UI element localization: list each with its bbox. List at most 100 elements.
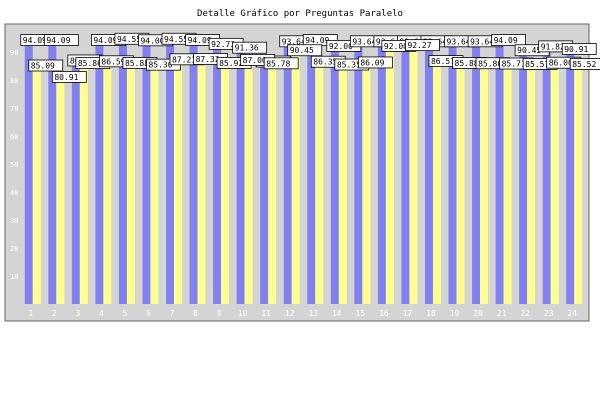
svg-text:85.30: 85.30	[148, 61, 172, 70]
svg-text:85.88: 85.88	[125, 59, 149, 68]
x-tick-label: 3	[75, 309, 80, 318]
svg-text:85.88: 85.88	[455, 59, 479, 68]
bar-series-2	[456, 63, 465, 305]
svg-text:90.45: 90.45	[290, 46, 314, 55]
x-tick-label: 9	[217, 309, 222, 318]
svg-text:85.92: 85.92	[219, 59, 243, 68]
svg-text:86.35: 86.35	[313, 58, 337, 67]
bar-series-2	[126, 63, 135, 305]
data-label-series-2: 85.78	[263, 57, 299, 70]
bar-series-1	[448, 41, 457, 305]
bar-series-2	[315, 62, 324, 304]
x-tick-label: 6	[146, 309, 151, 318]
bar-series-1	[472, 41, 481, 305]
svg-text:94.09: 94.09	[305, 36, 329, 45]
x-tick-label: 21	[497, 309, 507, 318]
bar-series-2	[432, 61, 441, 304]
x-tick-label: 7	[170, 309, 175, 318]
bar-series-2	[32, 66, 41, 304]
svg-text:87.00: 87.00	[243, 56, 267, 65]
svg-text:90.45: 90.45	[517, 46, 541, 55]
data-label-series-2: 86.09	[357, 56, 393, 69]
x-tick-label: 20	[473, 309, 483, 318]
svg-text:85.09: 85.09	[31, 62, 55, 71]
x-tick-label: 18	[426, 309, 436, 318]
y-tick-label: 80	[10, 77, 18, 85]
bar-series-2	[268, 63, 277, 304]
svg-text:90.91: 90.91	[564, 45, 588, 54]
x-tick-label: 19	[450, 309, 460, 318]
x-tick-label: 2	[52, 309, 57, 318]
svg-text:91.82: 91.82	[541, 42, 565, 51]
svg-text:94.00: 94.00	[140, 36, 164, 45]
y-axis: 10 20 30 40 50 60 70 80 90	[10, 49, 18, 281]
bar-series-1	[424, 41, 433, 305]
bar-series-1	[307, 40, 316, 304]
svg-text:94.09: 94.09	[23, 36, 47, 45]
bar-series-2	[291, 50, 300, 304]
data-label-series-1: 91.36	[232, 41, 268, 54]
data-label-series-1: 94.09	[43, 34, 79, 46]
bar-series-1	[24, 40, 33, 304]
x-tick-label: 4	[99, 309, 104, 318]
bar-series-1	[330, 46, 339, 305]
bar-series-1	[495, 40, 504, 304]
y-tick-label: 30	[10, 217, 18, 225]
data-label-series-2: 90.45	[287, 44, 323, 57]
bar-series-2	[150, 65, 159, 304]
data-label-series-1: 90.91	[561, 43, 597, 55]
svg-text:85.57: 85.57	[525, 60, 549, 69]
bar-series-1	[213, 44, 222, 305]
bar-series-1	[166, 39, 175, 304]
bar-series-1	[354, 41, 363, 305]
x-tick-label: 23	[544, 309, 554, 318]
chart-root: Detalle Gráfico por Preguntas Paralelo 9…	[0, 0, 600, 400]
data-label-series-2: 85.09	[28, 59, 64, 72]
data-label-series-2: 92.27	[405, 39, 440, 52]
svg-text:86.59: 86.59	[101, 57, 125, 66]
bar-series-2	[79, 63, 88, 305]
svg-text:85.71: 85.71	[502, 60, 526, 69]
svg-text:92.00: 92.00	[329, 42, 353, 51]
svg-text:93.64: 93.64	[447, 37, 471, 46]
x-tick-label: 13	[308, 309, 318, 318]
bar-series-1	[401, 41, 410, 305]
svg-text:86.57: 86.57	[431, 57, 455, 66]
bar-series-2	[480, 63, 489, 305]
y-tick-label: 90	[10, 49, 18, 57]
y-tick-label: 60	[10, 133, 18, 141]
bar-series-1	[142, 40, 151, 305]
svg-text:86.09: 86.09	[360, 58, 384, 67]
x-tick-label: 8	[193, 309, 198, 318]
bar-series-2	[527, 64, 536, 305]
y-tick-label: 50	[10, 161, 18, 169]
data-label-series-2: 80.91	[51, 71, 87, 83]
svg-text:85.86: 85.86	[78, 59, 102, 68]
bar-series-2	[103, 61, 112, 304]
svg-text:87.21: 87.21	[172, 55, 196, 64]
y-tick-label: 70	[10, 105, 18, 113]
x-tick-label: 10	[238, 309, 248, 318]
x-tick-label: 15	[356, 309, 366, 318]
bar-series-2	[409, 45, 418, 304]
bar-series-1	[542, 46, 551, 305]
x-tick-label: 14	[332, 309, 342, 318]
bar-series-1	[260, 61, 269, 304]
bar-series-1	[566, 49, 575, 305]
bar-series-2	[56, 77, 65, 305]
svg-text:94.09: 94.09	[93, 36, 117, 45]
x-tick-label: 22	[520, 309, 530, 318]
svg-text:86.00: 86.00	[549, 59, 573, 68]
bar-series-2	[503, 64, 512, 305]
svg-text:94.09: 94.09	[46, 36, 70, 45]
bar-series-2	[221, 63, 230, 305]
bar-series-1	[71, 60, 80, 305]
bar-series-2	[385, 46, 394, 305]
y-tick-label: 10	[10, 273, 18, 281]
x-tick-label: 24	[567, 309, 577, 318]
svg-text:92.73: 92.73	[211, 40, 235, 49]
bar-series-1	[189, 40, 198, 304]
bar-series-2	[362, 62, 371, 305]
bar-series-2	[197, 59, 206, 305]
svg-text:94.55: 94.55	[117, 35, 141, 44]
